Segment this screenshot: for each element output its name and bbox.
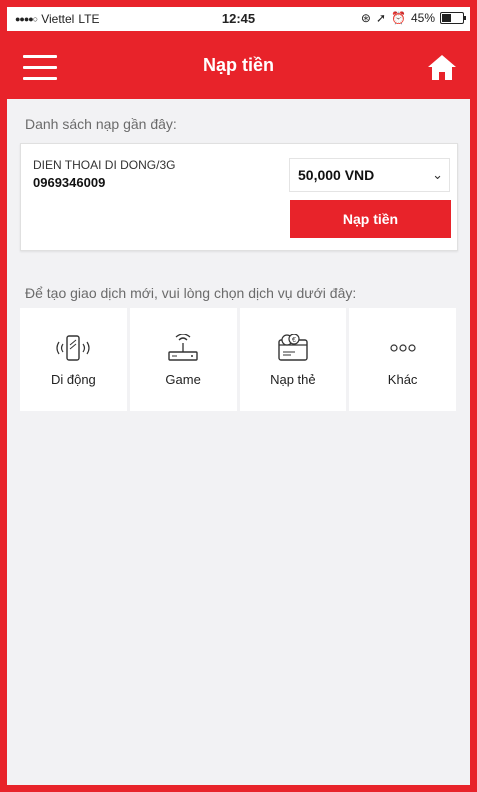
phone-number: 0969346009: [33, 175, 106, 190]
service-card-topup[interactable]: € Nạp thẻ: [239, 308, 347, 411]
service-label: Khác: [387, 372, 418, 387]
home-icon[interactable]: [426, 53, 458, 81]
mobile-phone-icon: [56, 335, 90, 361]
more-icon: [390, 344, 416, 352]
app-frame: ●●●●○ Viettel LTE 12:45 ⊛ ➚ ⏰ 45% Nạp ti…: [0, 0, 477, 792]
battery-icon: [440, 12, 466, 24]
page-title: Nạp tiền: [202, 55, 274, 75]
amount-select[interactable]: 50,000 VND ⌄: [289, 158, 450, 192]
app-header: Nạp tiền: [7, 31, 470, 99]
service-game[interactable]: Game: [129, 308, 237, 411]
service-label: Game: [165, 372, 201, 387]
router-icon: [168, 334, 198, 361]
alarm-icon: ⏰: [391, 11, 406, 25]
location-icon: ➚: [375, 11, 387, 25]
service-grid: Di động Game € Nạp thẻ Khác: [20, 308, 456, 411]
service-name: DIEN THOAI DI DONG/3G: [33, 158, 176, 172]
svg-text:€: €: [292, 337, 296, 344]
recent-list-label: Danh sách nạp gần đây:: [25, 116, 177, 132]
recent-item-card: DIEN THOAI DI DONG/3G 0969346009 50,000 …: [20, 143, 458, 251]
service-other[interactable]: Khác: [349, 308, 456, 411]
service-label: Nạp thẻ: [270, 372, 316, 387]
service-mobile[interactable]: Di động: [20, 308, 127, 411]
lock-rotation-icon: ⊛: [360, 11, 371, 25]
topup-button[interactable]: Nạp tiền: [290, 200, 451, 238]
amount-value: 50,000 VND: [298, 167, 375, 183]
service-label: Di động: [50, 372, 96, 387]
battery-percent: 45%: [410, 11, 435, 25]
card-topup-icon: €: [278, 334, 308, 361]
status-bar: ●●●●○ Viettel LTE 12:45 ⊛ ➚ ⏰ 45%: [7, 7, 470, 31]
new-transaction-label: Để tạo giao dịch mới, vui lòng chọn dịch…: [25, 285, 357, 301]
chevron-down-icon: ⌄: [432, 167, 443, 182]
